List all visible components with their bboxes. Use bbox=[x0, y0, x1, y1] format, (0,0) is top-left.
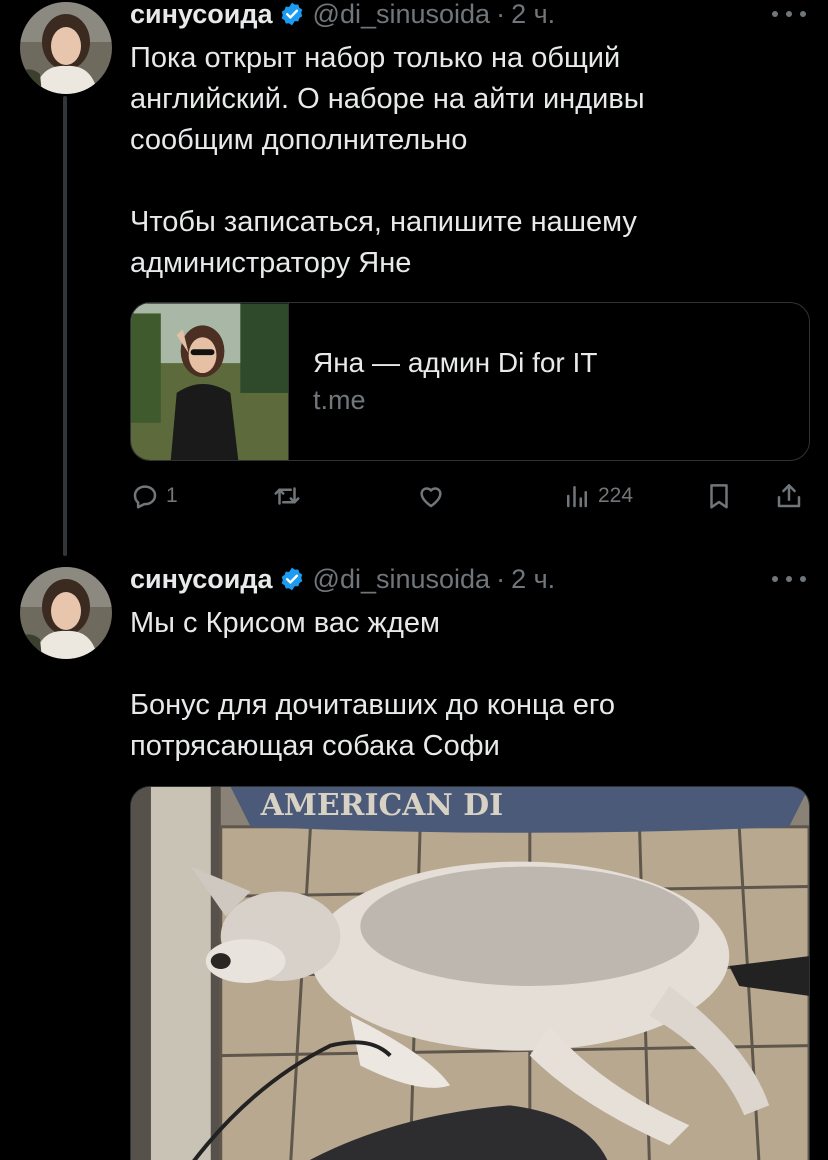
tweet-header: синусоида @di_sinusoida · 2 ч. bbox=[130, 562, 555, 596]
retweet-button[interactable] bbox=[272, 476, 302, 516]
avatar[interactable] bbox=[20, 2, 112, 94]
more-icon[interactable] bbox=[772, 6, 806, 22]
share-button[interactable] bbox=[774, 476, 804, 516]
more-icon[interactable] bbox=[772, 571, 806, 587]
thread-connector-line bbox=[63, 96, 67, 556]
tweet-text: Мы с Крисом вас ждем Бонус для дочитавши… bbox=[130, 603, 800, 767]
like-button[interactable] bbox=[416, 476, 446, 516]
bookmark-button[interactable] bbox=[704, 476, 734, 516]
text-line: английский. О наборе на айти индивы bbox=[130, 83, 645, 115]
verified-badge-icon bbox=[281, 567, 302, 591]
reply-count: 1 bbox=[166, 484, 178, 507]
text-line: Пока открыт набор только на общий bbox=[130, 42, 621, 74]
views-button[interactable]: 224 bbox=[562, 476, 633, 516]
text-line: Чтобы записаться, напишите нашему bbox=[130, 206, 637, 238]
tweet-text: Пока открыт набор только на общий англий… bbox=[130, 38, 800, 284]
author-name[interactable]: синусоида bbox=[130, 0, 273, 30]
bookmark-icon bbox=[710, 484, 728, 509]
author-handle[interactable]: @di_sinusoida bbox=[313, 564, 491, 595]
text-line: сообщим дополнительно bbox=[130, 124, 468, 156]
views-icon bbox=[567, 486, 587, 508]
tweet-header: синусоида @di_sinusoida · 2 ч. bbox=[130, 0, 555, 31]
views-count: 224 bbox=[598, 484, 634, 507]
retweet-icon bbox=[274, 487, 300, 505]
banner-text: AMERICAN DI bbox=[260, 788, 504, 823]
reply-icon bbox=[133, 485, 157, 509]
text-line: администратору Яне bbox=[130, 247, 412, 279]
text-line: потрясающая собака Софи bbox=[130, 730, 500, 762]
link-card-domain: t.me bbox=[313, 385, 366, 415]
link-card-title: Яна — админ Di for IT bbox=[313, 347, 598, 378]
tweet-timestamp[interactable]: 2 ч. bbox=[511, 564, 555, 595]
tweet-actions: 1 224 bbox=[130, 476, 810, 516]
avatar[interactable] bbox=[20, 567, 112, 659]
author-name[interactable]: синусоида bbox=[130, 564, 273, 595]
separator-dot: · bbox=[496, 563, 506, 594]
like-icon bbox=[420, 487, 442, 508]
author-handle[interactable]: @di_sinusoida bbox=[313, 0, 491, 30]
separator-dot: · bbox=[496, 0, 506, 29]
link-card-thumbnail bbox=[131, 303, 289, 460]
share-icon bbox=[777, 484, 801, 508]
verified-badge-icon bbox=[281, 2, 302, 26]
reply-button[interactable]: 1 bbox=[130, 476, 178, 516]
tweet-timestamp[interactable]: 2 ч. bbox=[511, 0, 555, 30]
tweet-photo[interactable]: AMERICAN DI bbox=[130, 786, 810, 1160]
text-line bbox=[130, 161, 800, 202]
text-line: Мы с Крисом вас ждем bbox=[130, 607, 440, 639]
text-line bbox=[130, 644, 800, 685]
link-card[interactable]: Яна — админ Di for IT t.me bbox=[130, 302, 810, 461]
text-line: Бонус для дочитавших до конца его bbox=[130, 689, 615, 721]
